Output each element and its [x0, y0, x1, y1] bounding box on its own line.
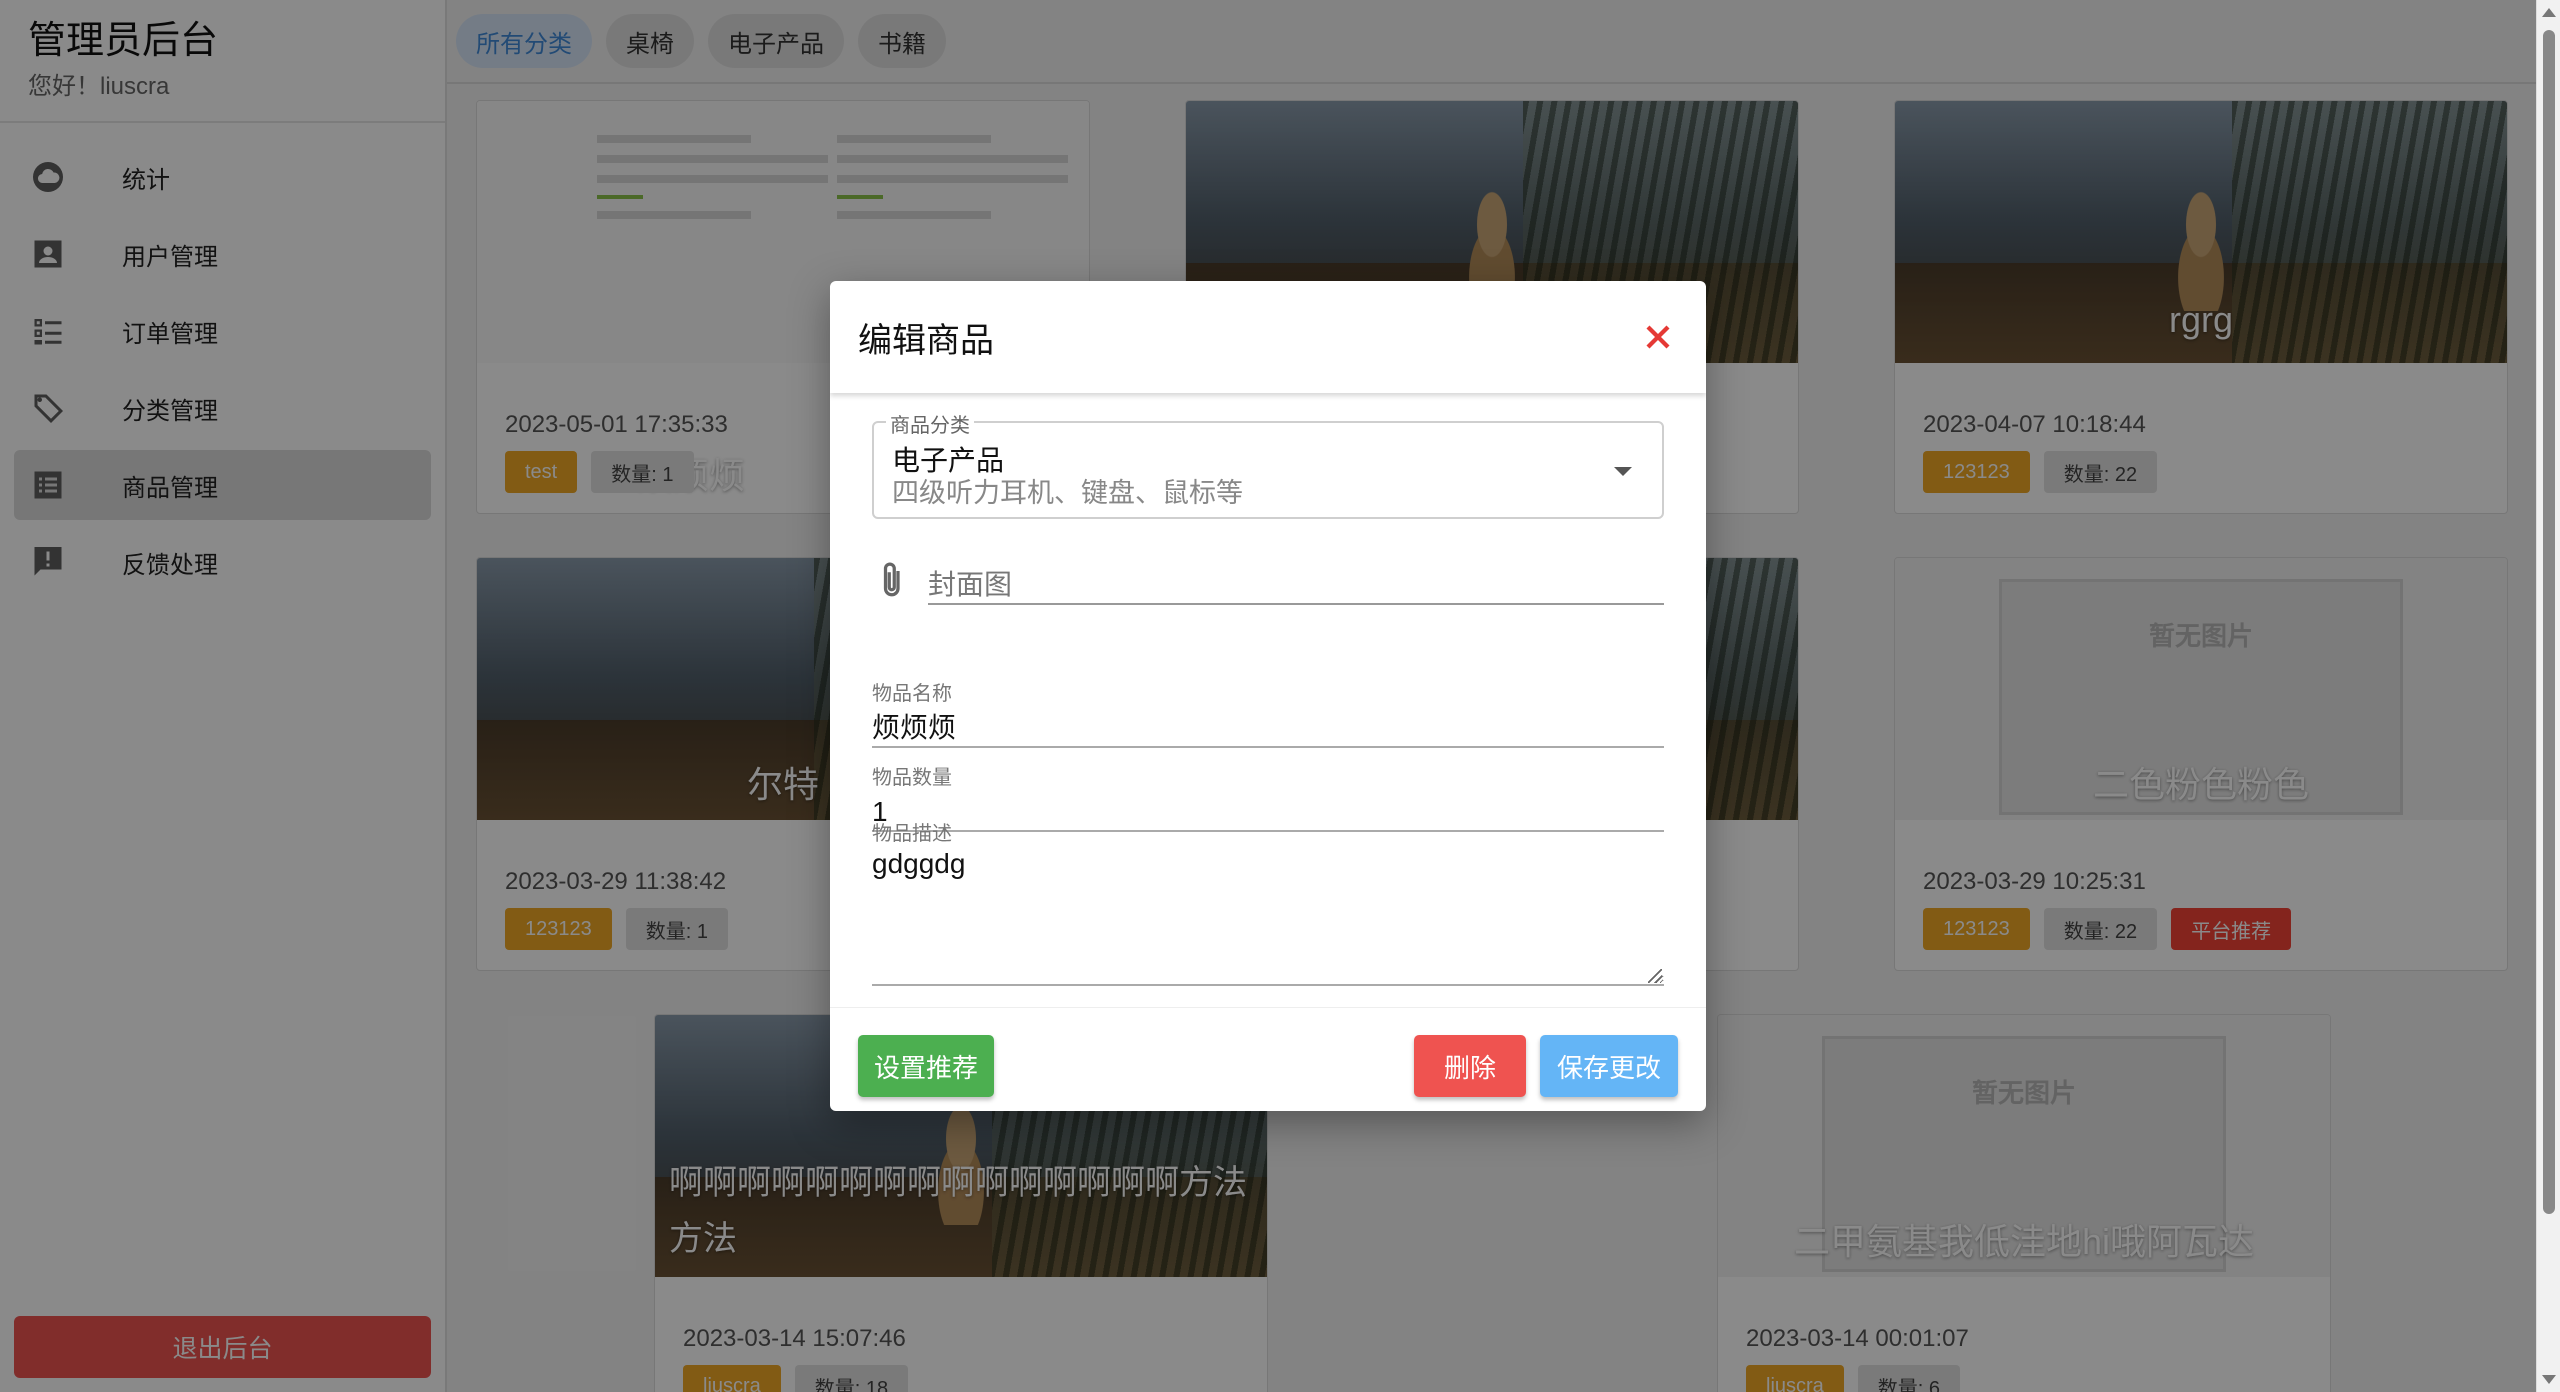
scroll-thumb[interactable]: [2543, 30, 2555, 1214]
resize-handle[interactable]: [1648, 969, 1662, 983]
item-quantity-label: 物品数量: [872, 767, 952, 789]
scroll-down-arrow[interactable]: [2542, 1375, 2556, 1384]
dropdown-icon: [1614, 467, 1632, 476]
item-name-value[interactable]: 烦烦烦: [872, 708, 1664, 748]
scroll-up-arrow[interactable]: [2542, 8, 2556, 17]
edit-product-dialog: 编辑商品 商品分类 电子产品 四级听力耳机、键盘、鼠标等 封面图 物品名称 烦烦…: [830, 281, 1706, 1111]
category-select-label: 商品分类: [886, 409, 974, 438]
close-button[interactable]: [1638, 317, 1678, 357]
set-recommend-button[interactable]: 设置推荐: [858, 1035, 994, 1097]
item-name-field[interactable]: 物品名称 烦烦烦: [872, 677, 1664, 748]
item-name-label: 物品名称: [872, 683, 952, 705]
category-select-hint: 四级听力耳机、键盘、鼠标等: [892, 478, 1243, 508]
dialog-title: 编辑商品: [858, 321, 994, 360]
cover-image-input[interactable]: 封面图: [872, 549, 1664, 605]
paperclip-icon: [878, 561, 908, 601]
category-select[interactable]: 商品分类 电子产品 四级听力耳机、键盘、鼠标等: [872, 409, 1664, 519]
close-icon: [1646, 325, 1670, 349]
cover-image-label: 封面图: [928, 569, 1013, 600]
item-description-textarea[interactable]: gdggdg: [872, 846, 1664, 986]
delete-button[interactable]: 删除: [1414, 1035, 1526, 1097]
page-scrollbar[interactable]: [2536, 0, 2560, 1392]
save-changes-button[interactable]: 保存更改: [1540, 1035, 1678, 1097]
item-description-field[interactable]: 物品描述 gdggdg: [872, 817, 1664, 987]
item-description-label: 物品描述: [872, 823, 952, 845]
dialog-header: 编辑商品: [830, 281, 1706, 393]
